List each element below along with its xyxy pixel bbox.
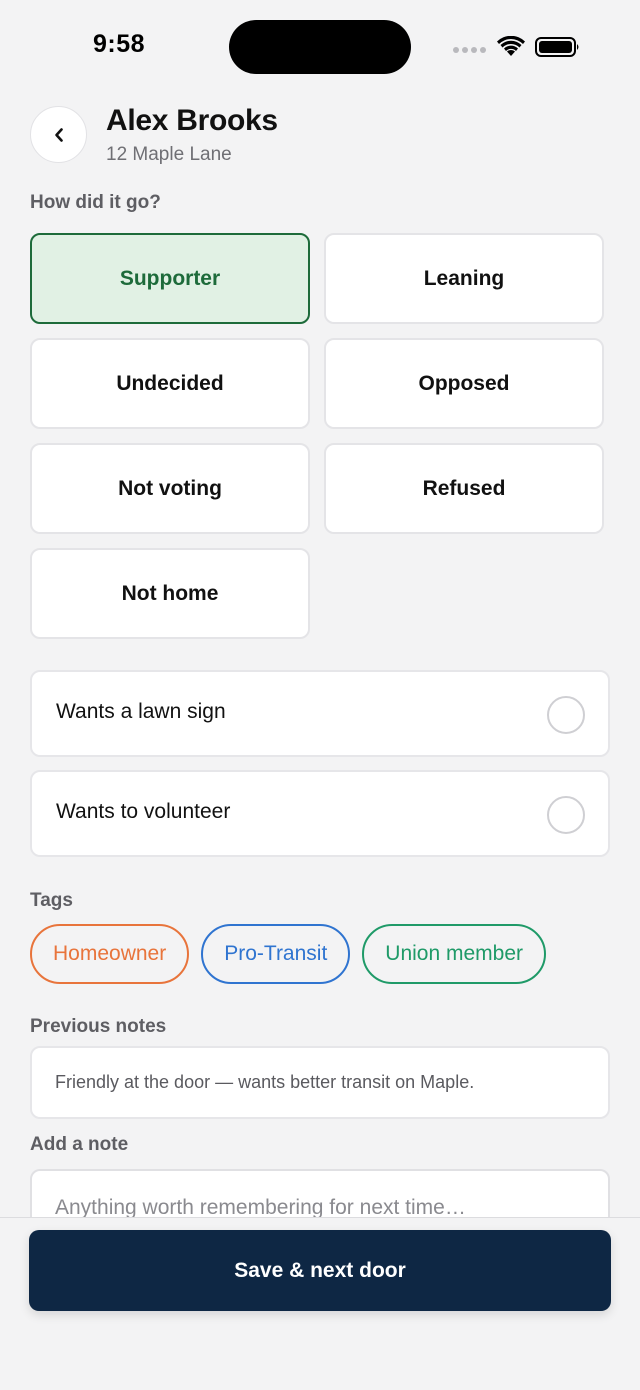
save-next-door-button[interactable]: Save & next door (29, 1230, 611, 1311)
outcome-question: How did it go? (30, 192, 161, 213)
battery-icon (535, 37, 579, 57)
back-button[interactable] (30, 106, 87, 163)
tags-label: Tags (30, 890, 73, 911)
volunteer-checkbox[interactable] (547, 796, 585, 834)
tag-union-member[interactable]: Union member (362, 924, 547, 984)
contact-address: 12 Maple Lane (106, 144, 232, 165)
outcome-not-home-button[interactable]: Not home (30, 548, 310, 639)
outcome-not-voting-button[interactable]: Not voting (30, 443, 310, 534)
lawn-sign-checkbox[interactable] (547, 696, 585, 734)
tag-homeowner[interactable]: Homeowner (30, 924, 190, 984)
outcome-refused-button[interactable]: Refused (324, 443, 604, 534)
add-note-label: Add a note (30, 1134, 129, 1155)
toggle-label: Wants to volunteer (56, 800, 231, 823)
lawn-sign-toggle[interactable]: Wants a lawn sign (30, 670, 610, 757)
outcome-options: Supporter Leaning Undecided Opposed Not … (30, 233, 604, 639)
status-bar: 9:58 (0, 0, 640, 90)
chevron-left-icon (54, 127, 63, 142)
volunteer-toggle[interactable]: Wants to volunteer (30, 770, 610, 857)
outcome-undecided-button[interactable]: Undecided (30, 338, 310, 429)
toggle-label: Wants a lawn sign (56, 700, 226, 723)
status-time: 9:58 (93, 30, 146, 58)
wifi-icon (497, 36, 525, 56)
outcome-supporter-button[interactable]: Supporter (30, 233, 310, 324)
outcome-leaning-button[interactable]: Leaning (324, 233, 604, 324)
previous-notes-text: Friendly at the door — wants better tran… (30, 1046, 610, 1119)
contact-name: Alex Brooks (106, 104, 278, 137)
dynamic-island (229, 20, 411, 74)
cellular-signal-icon (453, 47, 486, 53)
previous-notes-label: Previous notes (30, 1016, 167, 1037)
outcome-opposed-button[interactable]: Opposed (324, 338, 604, 429)
tag-list: Homeowner Pro-Transit Union member (30, 924, 547, 984)
bottom-action-bar: Save & next door (0, 1217, 640, 1390)
tag-pro-transit[interactable]: Pro-Transit (201, 924, 351, 984)
